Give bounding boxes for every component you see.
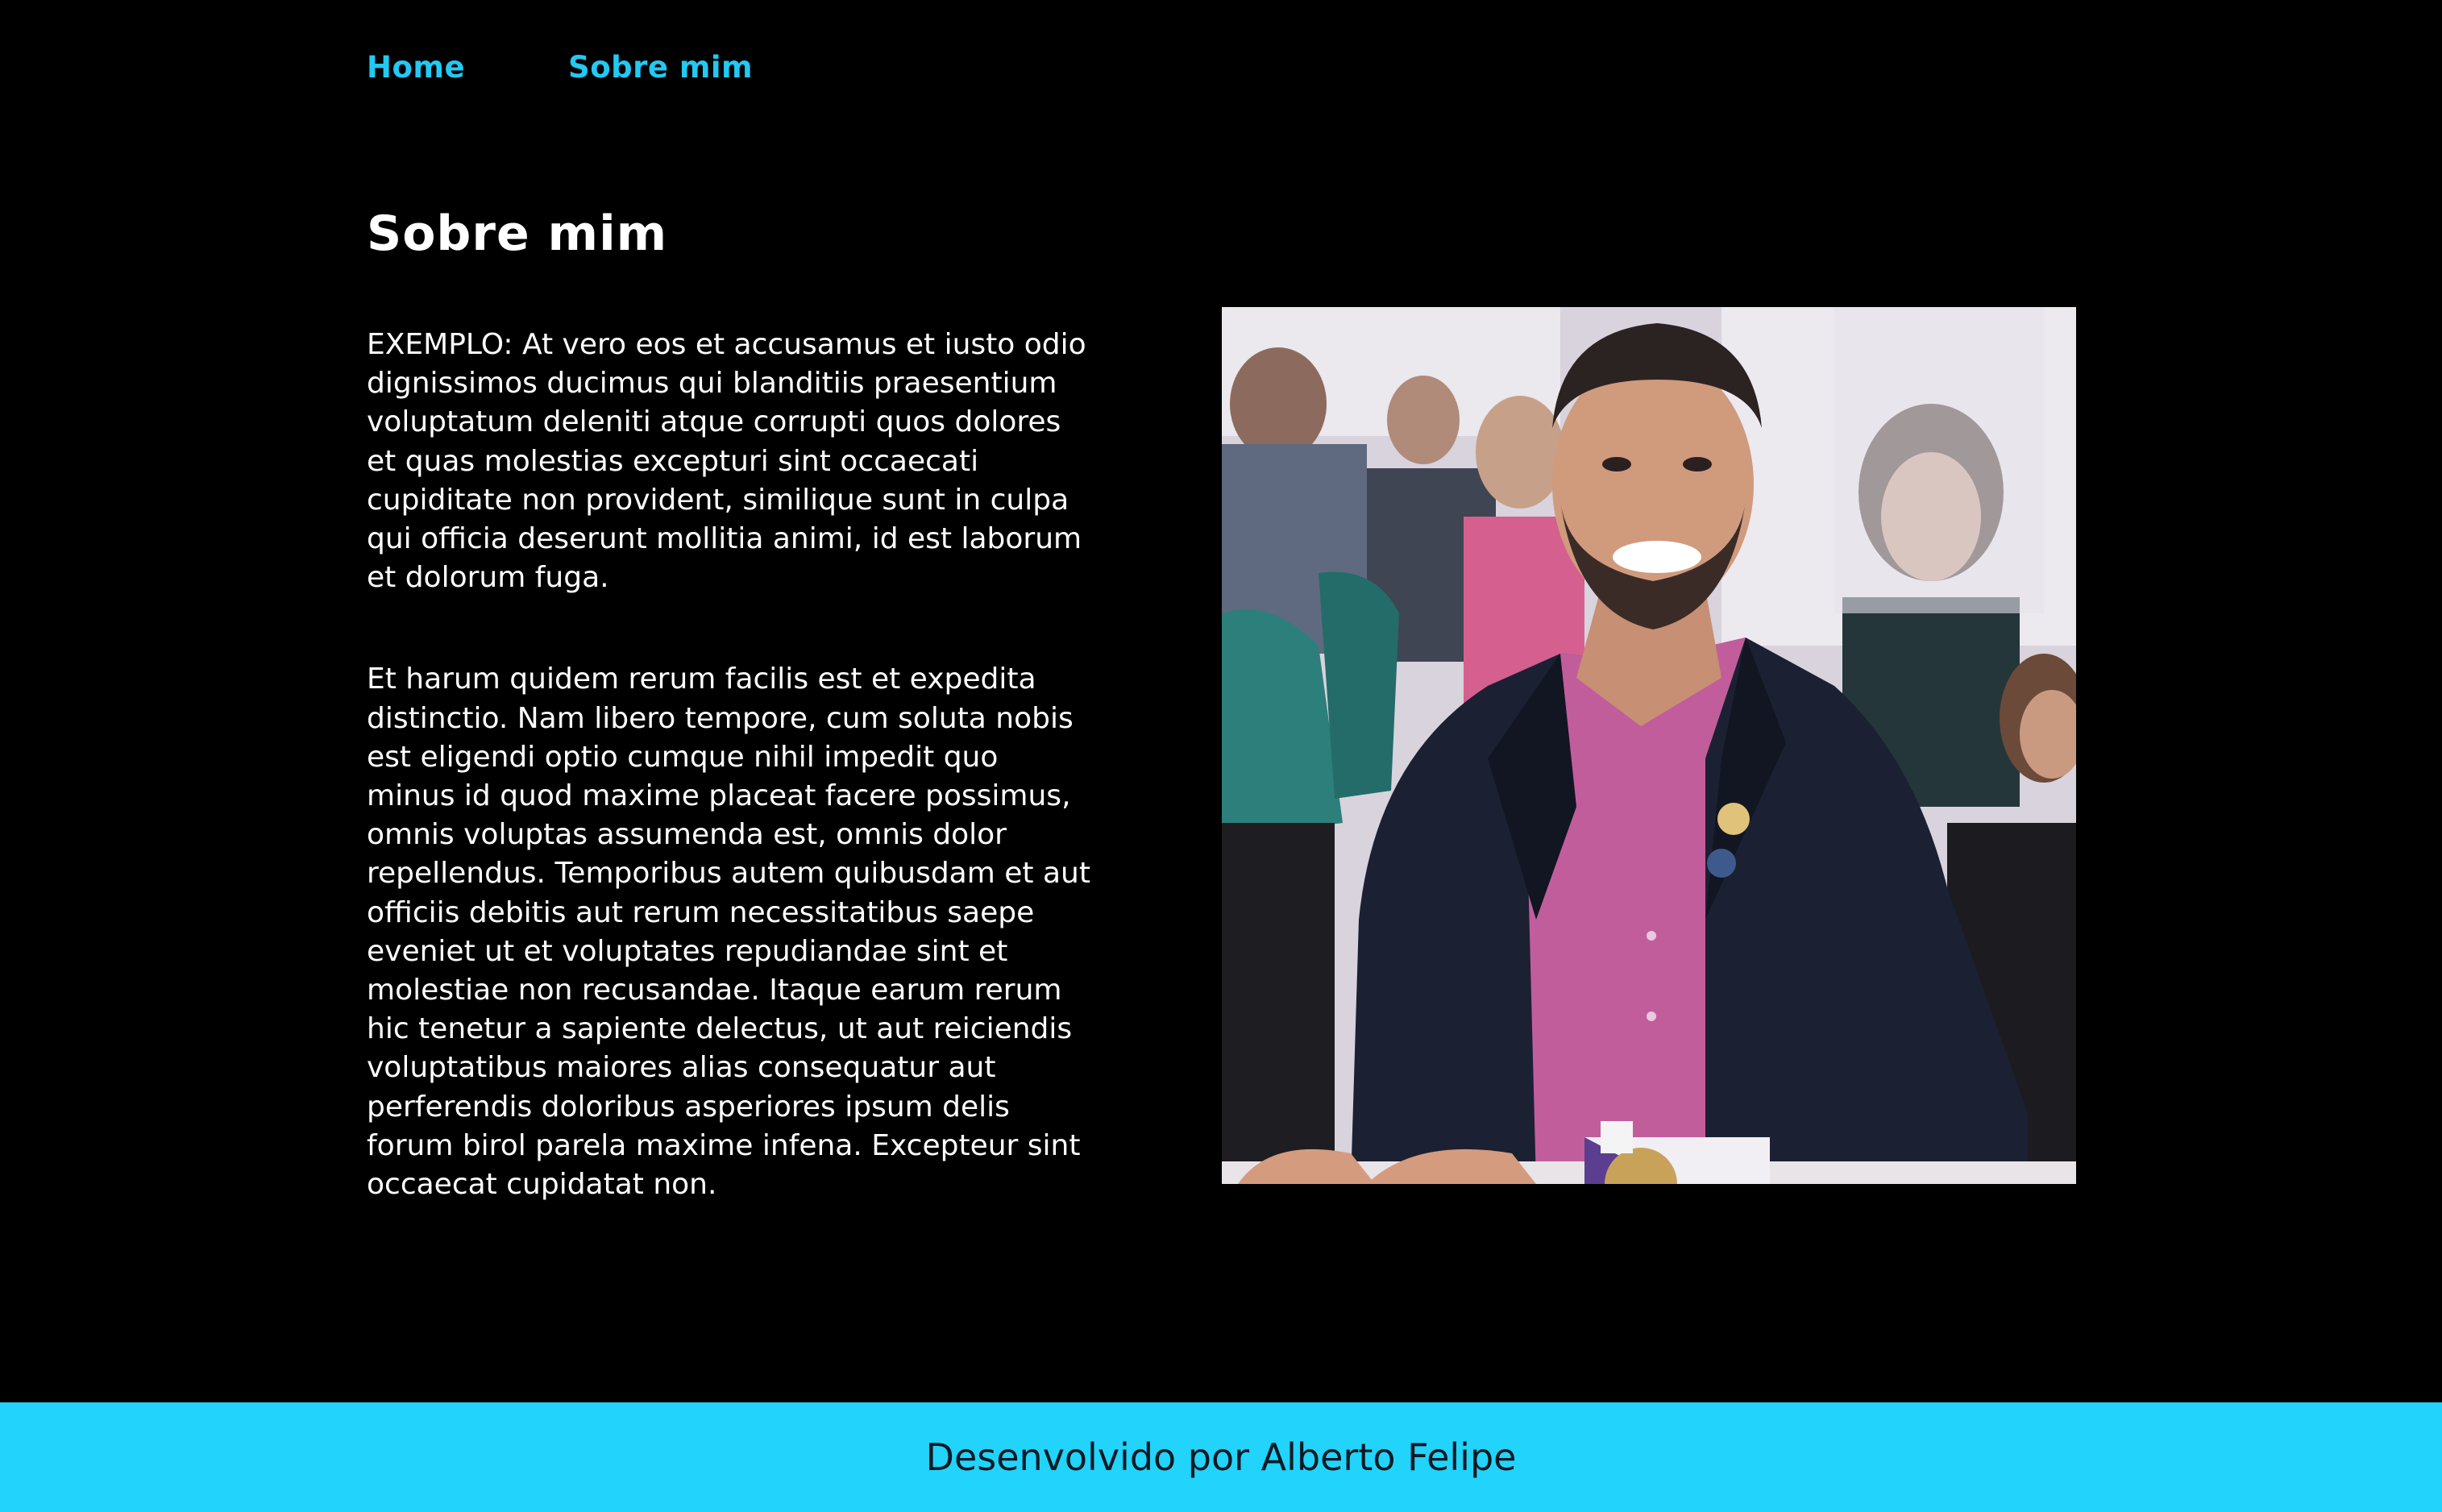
- nav-link-home[interactable]: Home: [367, 47, 465, 89]
- about-text: EXEMPLO: At vero eos et accusamus et ius…: [367, 326, 1092, 1204]
- top-nav: Home Sobre mim: [367, 47, 753, 89]
- footer: Desenvolvido por Alberto Felipe: [0, 1402, 2442, 1512]
- page-title: Sobre mim: [367, 206, 668, 262]
- footer-credit: Desenvolvido por Alberto Felipe: [925, 1435, 1517, 1479]
- profile-photo: [1222, 307, 2076, 1184]
- nav-link-sobre-mim[interactable]: Sobre mim: [568, 47, 753, 89]
- about-paragraph-2: Et harum quidem rerum facilis est et exp…: [367, 663, 1090, 1202]
- profile-photo-illustration: [1222, 307, 2076, 1184]
- about-paragraph-1: EXEMPLO: At vero eos et accusamus et ius…: [367, 328, 1086, 595]
